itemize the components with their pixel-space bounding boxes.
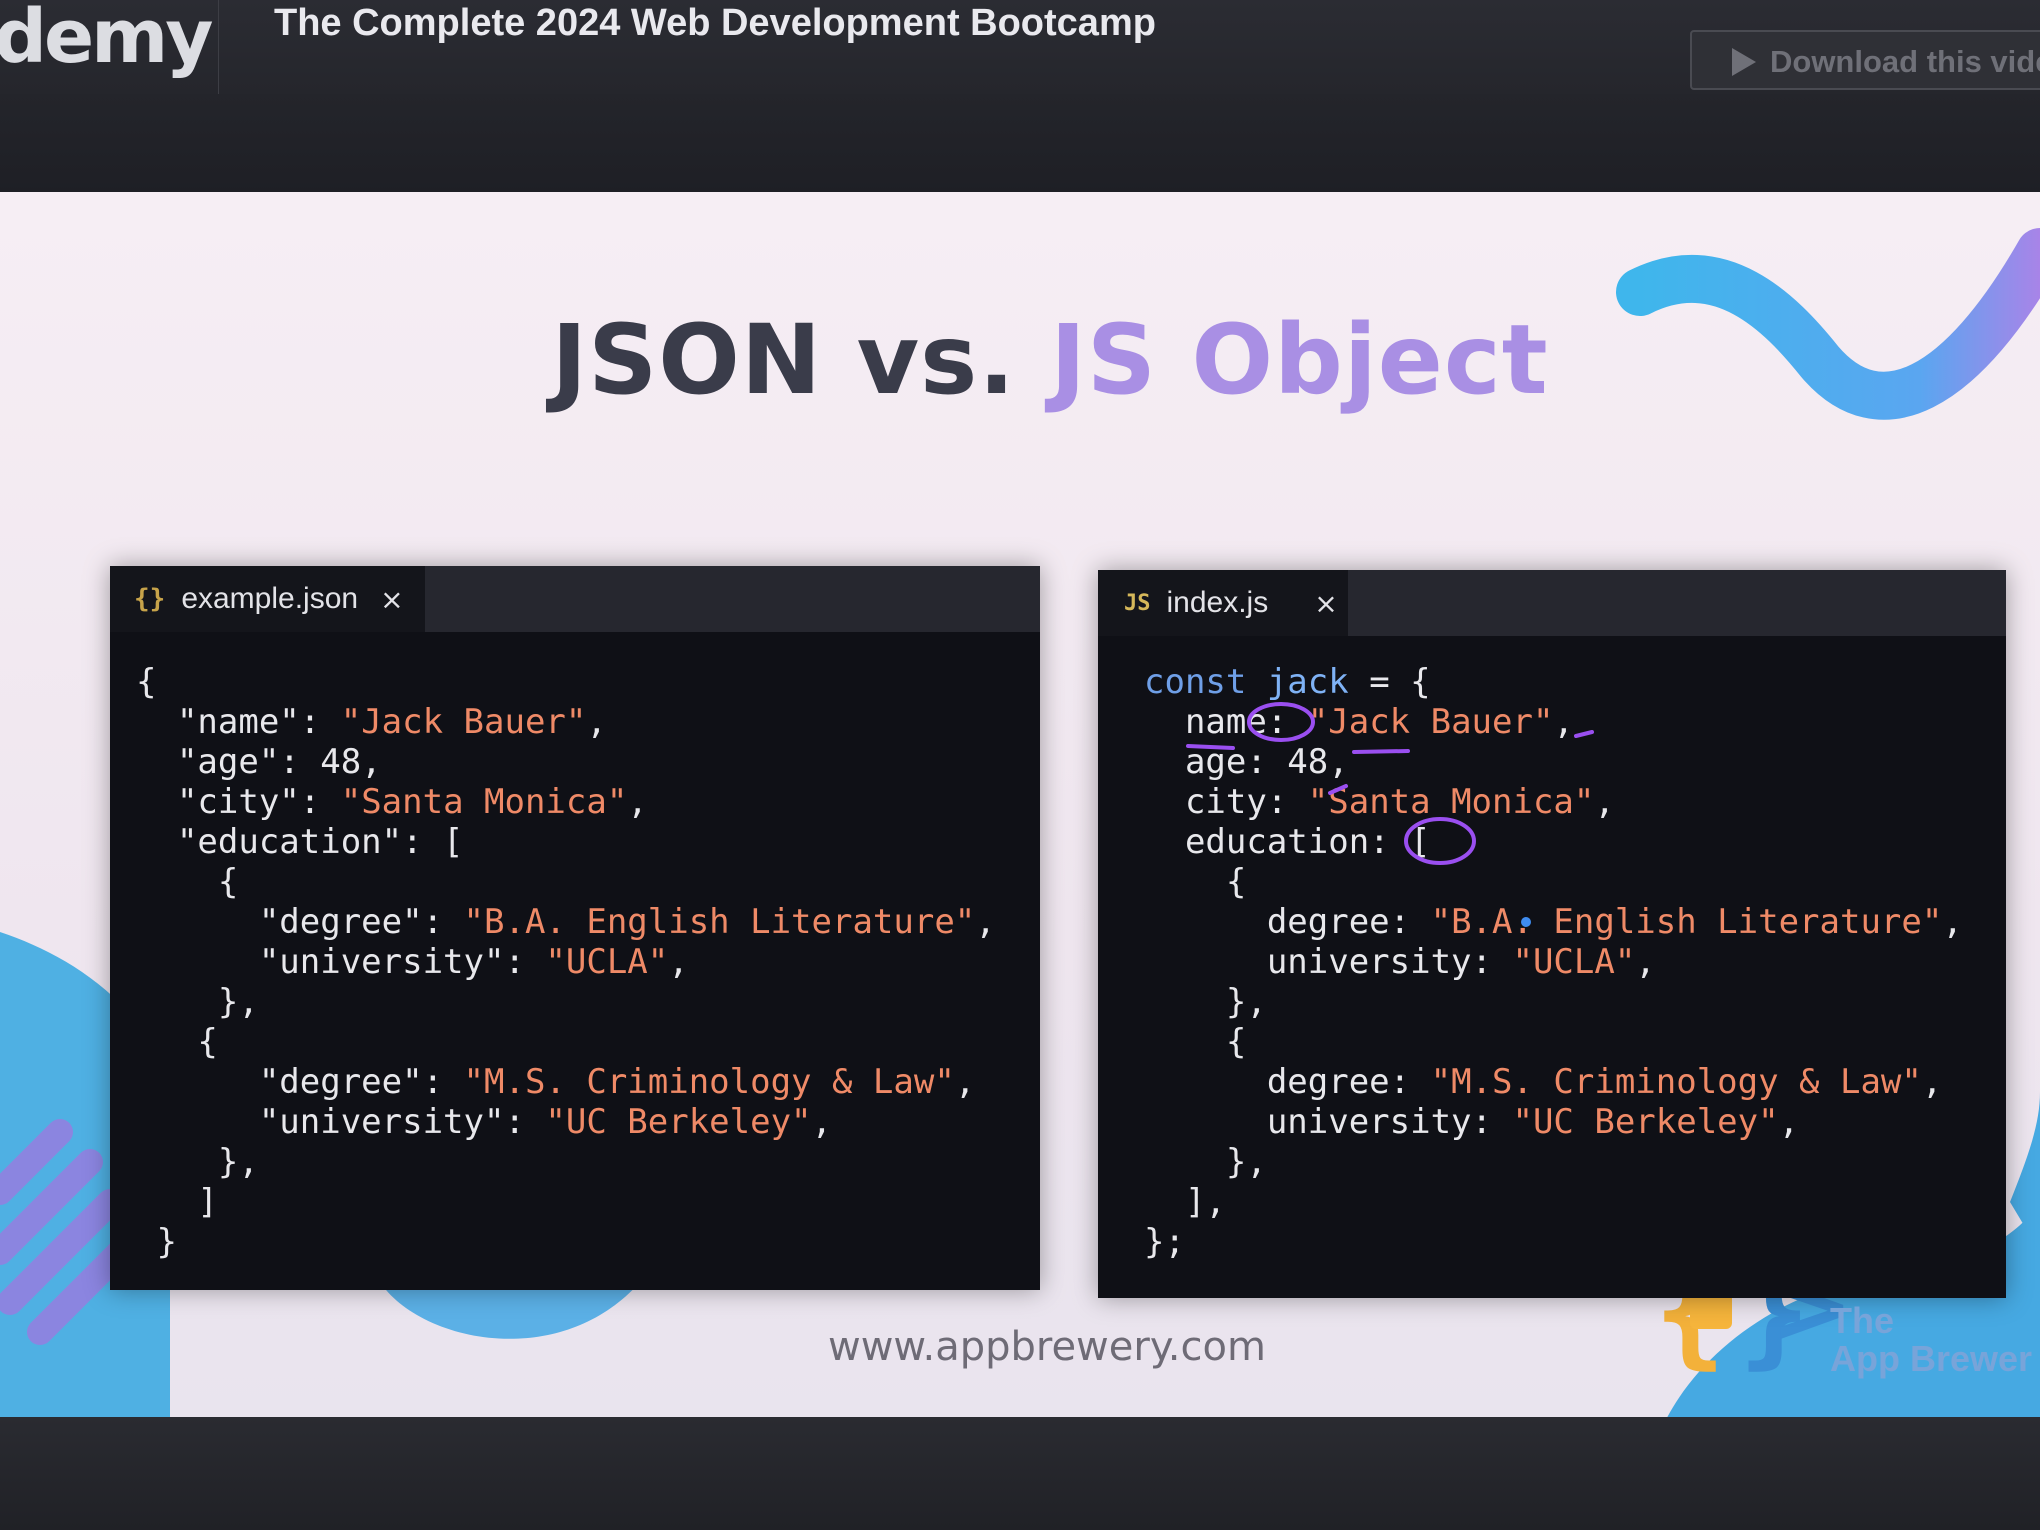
code-token: : [422,1062,464,1102]
code-line: }, [136,982,1040,1022]
json-file-icon: {} [134,584,166,614]
code-token: , [975,902,996,942]
code-token: , [954,1062,976,1102]
code-token: : [422,902,464,942]
code-token: : [504,1102,546,1142]
js-editor-window: JS index.js × const jack = { name: "Jack… [1098,570,2006,1298]
code-string-token: "UC Berkeley" [545,1102,812,1142]
code-token: , [627,782,648,822]
download-video-label: Download this vide [1770,44,2040,79]
code-token: : [299,782,341,822]
brand-line-2: App Brewer [1830,1338,2033,1379]
code-line: "university": "UC Berkeley", [136,1102,1040,1142]
code-token: "city" [136,782,300,822]
code-line: ] [136,1182,1040,1222]
video-letterbox-bottom [0,1417,2040,1530]
course-title[interactable]: The Complete 2024 Web Development Bootca… [274,2,1156,45]
code-line: "name": "Jack Bauer", [136,702,1040,742]
app-brewery-logo-text: The App Brewer [1830,1302,2032,1378]
code-line: "university": "UCLA", [136,942,1040,982]
code-line: { [136,862,1040,902]
code-line: "city": "Santa Monica", [136,782,1040,822]
code-line: "education": [ [136,822,1040,862]
code-token: }, [136,982,259,1022]
play-icon [1732,48,1756,76]
annotation-underline-name [1186,744,1235,750]
annotation-tick-santa [1328,784,1348,795]
code-string-token: "Santa Monica" [340,782,628,822]
slide-title-js-object: JS Object [1050,304,1549,416]
code-token: } [136,1222,177,1262]
brand-line-1: The [1830,1300,1895,1341]
code-token: : [504,942,546,982]
code-string-token: "M.S. Criminology & Law" [463,1062,955,1102]
code-token: "university" [136,942,505,982]
close-icon[interactable]: × [380,583,403,616]
code-token: { [136,1022,218,1062]
code-string-token: "Jack Bauer" [340,702,587,742]
code-token: "degree" [136,1062,423,1102]
tab-example-json-label: example.json [181,582,359,615]
tab-example-json[interactable]: {} example.json × [110,566,425,632]
code-token: }, [136,1142,259,1182]
json-code-area[interactable]: { "name": "Jack Bauer", "age": 48, "city… [110,632,1040,1290]
udemy-logo[interactable]: demy [0,0,214,80]
code-token: "university" [136,1102,505,1142]
code-token: ] [136,1182,218,1222]
blob-bottom [380,1282,640,1339]
code-token: , [811,1102,833,1142]
code-token: : 48, [279,742,382,782]
slide-title: JSON vs. JS Object [0,304,2040,416]
code-line: { [136,1022,1040,1062]
annotation-circle-colon [1247,702,1315,742]
code-string-token: "UCLA" [545,942,669,982]
code-token: { [136,662,157,702]
code-token: : [ [402,822,464,862]
download-video-button[interactable]: Download this vide [1690,30,2040,90]
pen-annotations [1186,702,1594,927]
code-line: "age": 48, [136,742,1040,782]
code-token: "degree" [136,902,423,942]
code-line: "degree": "M.S. Criminology & Law", [136,1062,1040,1102]
code-token: : [299,702,341,742]
annotation-comma-mark [1574,730,1594,738]
code-token: , [668,942,689,982]
header-divider [218,0,219,94]
video-letterbox-top [0,94,2040,194]
code-line: } [136,1222,1040,1262]
code-token: { [136,862,239,902]
annotation-circle-bracket [1404,817,1476,865]
code-line: }, [136,1142,1040,1182]
code-line: { [136,662,1040,702]
annotation-dot [1521,917,1531,927]
code-string-token: "B.A. English Literature" [463,902,976,942]
code-token: "education" [136,822,403,862]
code-token: , [586,702,607,742]
json-editor-window: {} example.json × { "name": "Jack Bauer"… [110,566,1040,1290]
lecture-slide: { } > JSON vs. JS Object {} example.json… [0,192,2040,1417]
code-token: "age" [136,742,280,782]
code-line: "degree": "B.A. English Literature", [136,902,1040,942]
course-header: demy The Complete 2024 Web Development B… [0,0,2040,95]
json-editor-tabbar: {} example.json × [110,566,1040,632]
footer-url: www.appbrewery.com [828,1324,1266,1370]
code-token: "name" [136,702,300,742]
annotation-underline-jack [1352,749,1410,754]
slide-title-json: JSON vs. [551,304,1016,416]
